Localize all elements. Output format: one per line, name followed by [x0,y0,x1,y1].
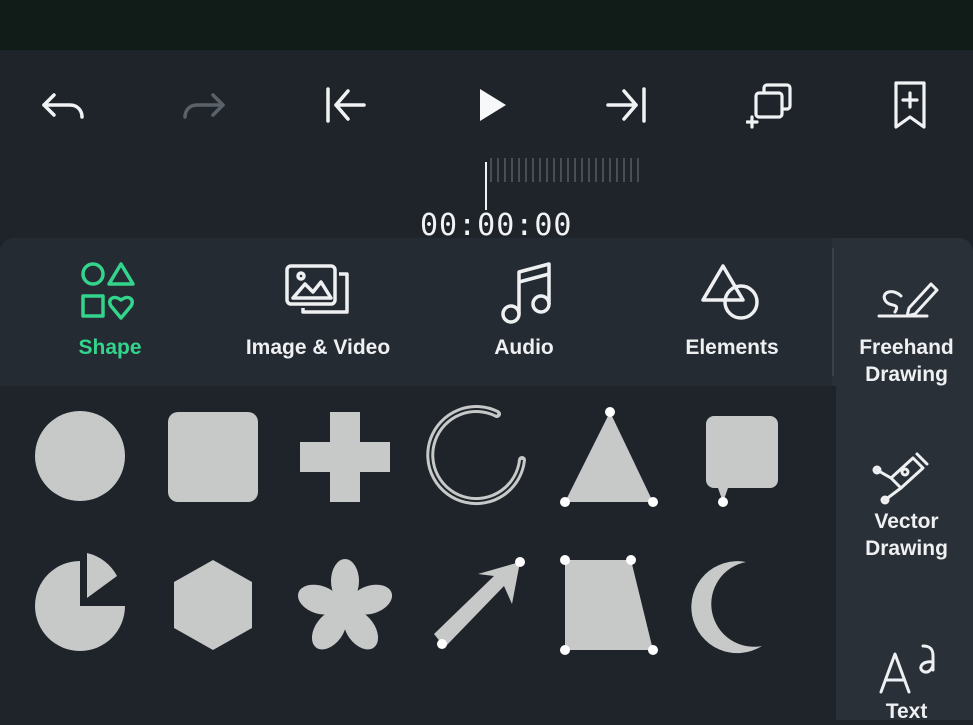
flower-shape[interactable] [290,546,400,656]
skip-to-start-icon [326,87,366,123]
speech-bubble-shape[interactable] [688,398,798,508]
playhead[interactable] [485,162,487,210]
image-video-icon [285,264,349,314]
triangle-shape[interactable] [555,398,665,508]
timeline-ruler[interactable]: 00:00:00 [0,150,973,243]
cross-shape-preview [300,412,390,502]
text-tool[interactable]: Text [840,638,973,725]
tab-label: Audio [494,336,554,359]
play-button[interactable] [460,75,520,135]
tab-audio[interactable]: Audio [476,256,572,376]
text-icon [879,644,934,694]
freehand-drawing-icon [877,282,938,318]
crescent-shape-preview [691,561,762,654]
vector-drawing-tool[interactable]: Vector Drawing [840,448,973,562]
undo-icon [42,93,84,119]
tab-elements[interactable]: Elements [672,256,792,376]
trapezoid-shape-preview [560,555,658,655]
play-icon [480,89,506,121]
bookmark-add-icon [894,81,926,129]
music-note-icon [501,262,551,324]
flower-shape-preview [297,559,393,650]
crescent-shape[interactable] [688,546,798,656]
side-label: Freehand Drawing [859,336,954,386]
duplicate-layer-button[interactable] [742,75,802,135]
top-toolbar [0,50,973,160]
circle-shape[interactable] [25,398,135,508]
rounded-square-shape-preview [168,412,258,502]
shapes-icon [81,262,135,320]
ring-arc-shape[interactable] [422,398,532,508]
arrow-shape-preview [434,557,525,649]
rounded-square-shape[interactable] [158,398,268,508]
freehand-drawing-tool[interactable]: Freehand Drawing [840,274,973,388]
tab-label: Shape [78,336,142,359]
triangle-shape-preview [560,407,658,507]
side-label: Text [885,700,928,723]
pie-shape-preview [35,553,125,651]
status-bar [0,0,973,50]
circle-shape-preview [35,411,125,501]
pie-shape[interactable] [25,546,135,656]
ring-arc-shape-preview [426,405,526,506]
skip-to-end-icon [606,87,646,123]
elements-icon [701,264,759,320]
insert-panel: Shape Image & Video Audio Elements Freeh… [0,238,973,723]
trapezoid-shape[interactable] [555,546,665,656]
undo-button[interactable] [32,75,92,135]
skip-to-start-button[interactable] [314,75,374,135]
tab-label: Image & Video [245,336,391,359]
duplicate-layer-icon [746,83,792,129]
hexagon-shape-preview [174,560,252,650]
speech-bubble-shape-preview [706,416,778,507]
redo-button[interactable] [175,75,235,135]
redo-icon [183,93,225,119]
timeline-ticks [490,158,640,182]
side-label: Vector Drawing [865,510,948,560]
vector-pen-icon [872,452,928,505]
drawing-tools-sidebar: Freehand Drawing Vector Drawing Text [840,238,973,723]
tab-label: Elements [685,336,779,359]
skip-to-end-button[interactable] [598,75,658,135]
add-bookmark-button[interactable] [880,75,940,135]
category-tabs: Shape Image & Video Audio Elements [0,238,832,386]
tab-shape[interactable]: Shape [62,256,158,376]
shape-grid [0,386,836,720]
cross-shape[interactable] [290,398,400,508]
tab-divider [832,248,834,376]
tab-image-video[interactable]: Image & Video [238,256,398,376]
arrow-shape[interactable] [422,546,532,656]
hexagon-shape[interactable] [158,546,268,656]
